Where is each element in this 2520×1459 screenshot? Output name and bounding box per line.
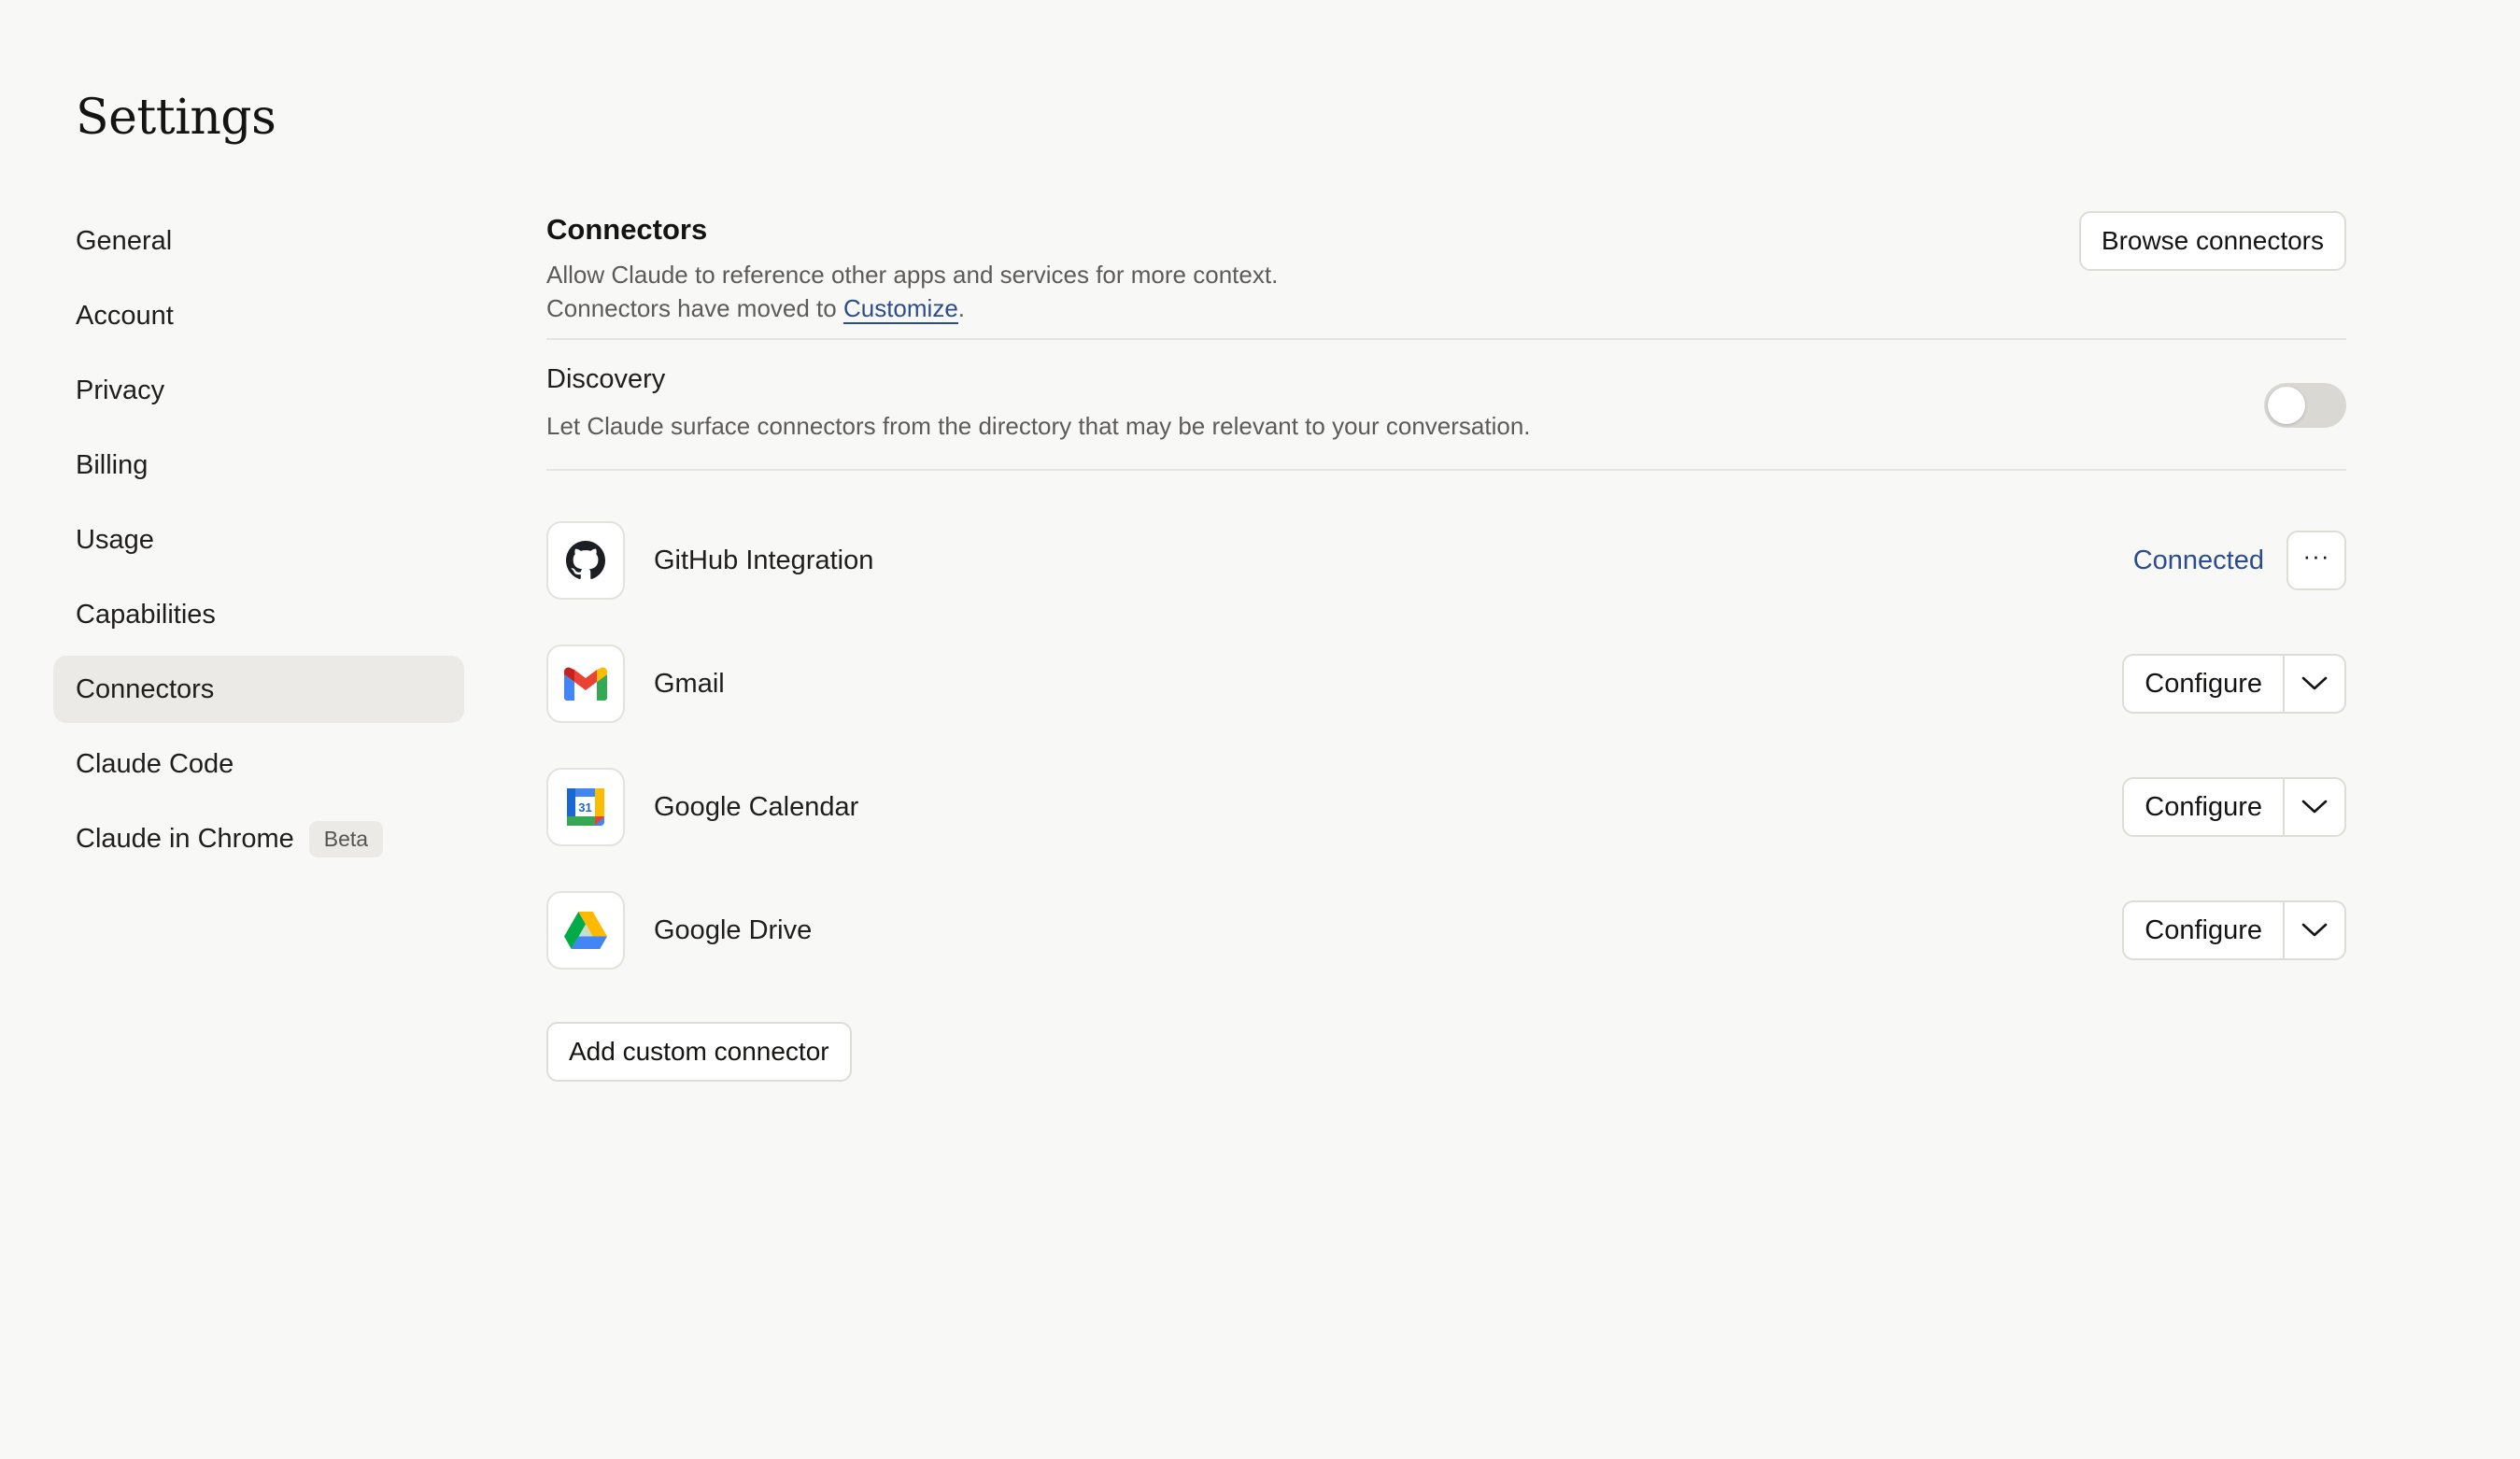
sidebar-item-label: Capabilities (76, 599, 216, 630)
add-custom-connector-button[interactable]: Add custom connector (546, 1022, 852, 1082)
configure-dropdown-toggle[interactable] (2285, 902, 2344, 958)
sidebar-item-account[interactable]: Account (53, 282, 464, 349)
connector-logo: 31 (546, 768, 625, 846)
configure-dropdown-toggle[interactable] (2285, 779, 2344, 835)
sidebar-item-claude-code[interactable]: Claude Code (53, 730, 464, 798)
connector-logo (546, 645, 625, 723)
sidebar-item-privacy[interactable]: Privacy (53, 357, 464, 424)
section-description: Allow Claude to reference other apps and… (546, 258, 2346, 325)
moved-notice: Connectors have moved to Customize. (546, 291, 2346, 325)
sidebar-item-label: Claude Code (76, 748, 234, 779)
settings-sidebar: General Account Privacy Billing Usage Ca… (53, 207, 464, 880)
moved-prefix: Connectors have moved to (546, 294, 843, 322)
connector-name: GitHub Integration (654, 545, 874, 575)
row-actions: Configure (2122, 645, 2346, 723)
chevron-down-icon (2301, 676, 2328, 690)
chevron-down-icon (2301, 923, 2328, 937)
discovery-description: Let Claude surface connectors from the d… (546, 412, 1531, 440)
discovery-toggle[interactable] (2264, 383, 2346, 428)
sidebar-item-capabilities[interactable]: Capabilities (53, 581, 464, 648)
configure-dropdown-toggle[interactable] (2285, 656, 2344, 712)
configure-button[interactable]: Configure (2124, 656, 2285, 712)
sidebar-item-connectors[interactable]: Connectors (53, 656, 464, 723)
connector-list: GitHub Integration Connected ··· Gmail C (546, 521, 2346, 970)
connectors-panel: Connectors Allow Claude to reference oth… (546, 207, 2346, 1082)
configure-split-button: Configure (2122, 777, 2346, 837)
sidebar-item-claude-in-chrome[interactable]: Claude in Chrome Beta (53, 805, 464, 872)
connector-row-google-calendar: 31 Google Calendar Configure (546, 768, 2346, 846)
sidebar-item-label: Usage (76, 524, 154, 555)
sidebar-item-label: Connectors (76, 673, 215, 704)
row-actions: Configure (2122, 891, 2346, 970)
connector-logo (546, 891, 625, 970)
connector-name: Google Drive (654, 914, 813, 945)
beta-badge: Beta (308, 820, 384, 857)
toggle-knob (2268, 387, 2305, 424)
configure-split-button: Configure (2122, 900, 2346, 960)
connector-name: Gmail (654, 668, 725, 699)
sidebar-item-usage[interactable]: Usage (53, 506, 464, 574)
connector-row-gmail: Gmail Configure (546, 645, 2346, 723)
section-title: Connectors (546, 213, 708, 246)
calendar-date-text: 31 (578, 800, 591, 814)
sidebar-item-label: Account (76, 300, 174, 331)
row-actions: Connected ··· (2133, 521, 2346, 600)
row-actions: Configure (2122, 768, 2346, 846)
more-options-button[interactable]: ··· (2286, 531, 2346, 590)
page-title: Settings (76, 90, 276, 146)
sidebar-item-label: Privacy (76, 375, 165, 405)
sidebar-item-billing[interactable]: Billing (53, 432, 464, 499)
browse-connectors-button[interactable]: Browse connectors (2078, 211, 2346, 271)
moved-suffix: . (957, 294, 966, 322)
connected-status: Connected (2132, 545, 2264, 575)
customize-link[interactable]: Customize (842, 294, 958, 324)
chevron-down-icon (2301, 800, 2328, 814)
discovery-title: Discovery (546, 364, 666, 394)
sidebar-item-label: Claude in Chrome (76, 823, 294, 854)
divider (546, 469, 2346, 471)
discovery-setting: Discovery Let Claude surface connectors … (546, 340, 2346, 469)
description-line: Allow Claude to reference other apps and… (546, 261, 1279, 289)
connector-name: Google Calendar (654, 791, 859, 822)
google-calendar-icon: 31 (567, 788, 604, 826)
connectors-header: Connectors Allow Claude to reference oth… (546, 207, 2346, 338)
configure-button[interactable]: Configure (2124, 779, 2285, 835)
sidebar-item-label: Billing (76, 449, 149, 480)
sidebar-item-label: General (76, 225, 173, 256)
connector-row-github: GitHub Integration Connected ··· (546, 521, 2346, 600)
gmail-icon (564, 667, 607, 701)
sidebar-item-general[interactable]: General (53, 207, 464, 275)
github-icon (566, 541, 605, 579)
configure-button[interactable]: Configure (2124, 902, 2285, 958)
connector-row-google-drive: Google Drive Configure (546, 891, 2346, 970)
configure-split-button: Configure (2122, 654, 2346, 714)
connector-logo (546, 521, 625, 600)
google-drive-icon (564, 912, 607, 949)
